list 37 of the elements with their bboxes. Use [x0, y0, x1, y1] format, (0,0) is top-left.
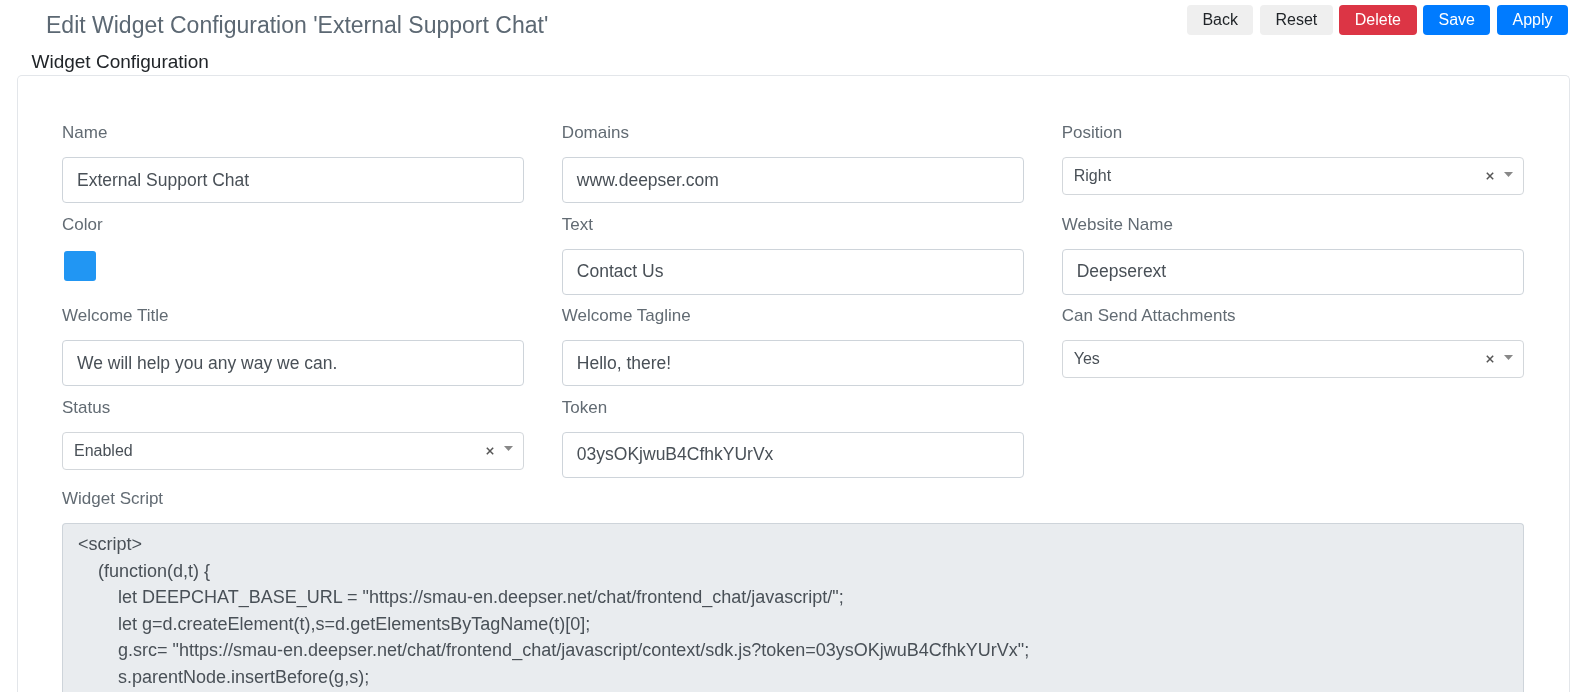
field-label: Welcome Tagline — [561, 305, 691, 327]
text-field[interactable]: Hello, there! — [561, 340, 1024, 386]
field-label: Welcome Title — [62, 305, 169, 327]
field-label: Color — [62, 213, 103, 236]
field-label: Can Send Attachments — [1061, 305, 1236, 327]
select-field[interactable]: Right — [1061, 157, 1524, 195]
text-field[interactable]: External Support Chat — [62, 157, 524, 203]
caret-icon[interactable] — [503, 446, 513, 451]
primary-button[interactable]: Save — [1423, 5, 1491, 35]
primary-button[interactable]: Apply — [1496, 5, 1568, 35]
caret-icon[interactable] — [1503, 171, 1513, 177]
section-title: Widget Configuration — [30, 50, 209, 73]
field-label: Text — [561, 213, 594, 236]
clear-icon[interactable] — [485, 446, 494, 455]
clear-icon[interactable] — [1485, 172, 1494, 180]
script-field[interactable]: <script> (function(d,t) { let DEEPCHAT_BASE_URL = "https://smau-en.deepser.net/chat/frontend_chat/javascript/"; let g=d.createElement(t),s=d.getElementsByTagName(t)[0]; g.src= "https://smau-en.deepser.net/chat/frontend_chat/javascript/context/sdk.js?token=03ysOKjwuB4CfhkYUrVx"; s.parentNode.insertBefore(g,s); — [62, 523, 1524, 692]
text-field[interactable]: www.deepser.com — [561, 157, 1024, 203]
field-label: Name — [62, 122, 108, 144]
select-field[interactable]: Enabled — [62, 431, 524, 470]
page-title: Edit Widget Configuration 'External Support Chat' — [46, 10, 549, 40]
text-field[interactable]: Contact Us — [561, 248, 1024, 295]
color-swatch-icon[interactable] — [64, 250, 96, 281]
text-field[interactable]: We will help you any way we can. — [62, 340, 524, 386]
text-field[interactable]: Deepserext — [1061, 248, 1524, 295]
clear-icon[interactable] — [1485, 355, 1494, 363]
field-label: Domains — [561, 122, 629, 144]
field-label: Website Name — [1061, 213, 1173, 236]
select-field[interactable]: Yes — [1061, 340, 1524, 378]
secondary-button[interactable]: Back — [1186, 5, 1254, 35]
field-label: Position — [1061, 122, 1123, 144]
field-label: Token — [561, 396, 608, 419]
secondary-button[interactable]: Reset — [1259, 5, 1333, 35]
field-label: Widget Script — [62, 488, 164, 510]
caret-icon[interactable] — [1503, 354, 1513, 360]
field-label: Status — [62, 396, 111, 419]
danger-button[interactable]: Delete — [1339, 5, 1417, 35]
text-field[interactable]: 03ysOKjwuB4CfhkYUrVx — [561, 431, 1024, 478]
